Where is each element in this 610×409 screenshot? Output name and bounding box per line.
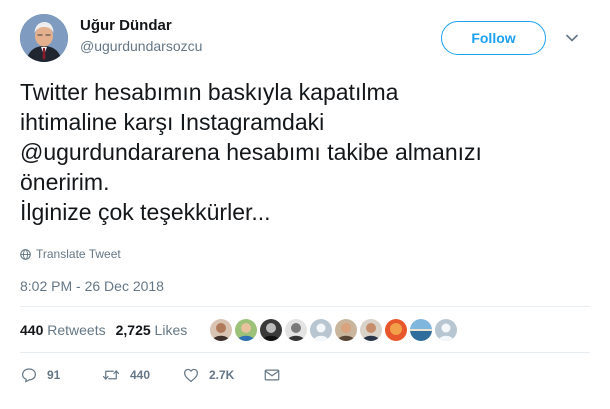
- likers-avatars: [209, 318, 458, 342]
- tweet-text: Twitter hesabımın baskıyla kapatılma iht…: [20, 77, 600, 227]
- author-handle[interactable]: @ugurdundarsozcu: [80, 38, 202, 54]
- direct-message-button[interactable]: [263, 366, 281, 384]
- reply-count: 91: [47, 368, 61, 382]
- retweets-count: 440: [20, 322, 44, 338]
- retweet-icon: [102, 370, 120, 380]
- liker-avatar[interactable]: [234, 318, 258, 342]
- liker-avatar[interactable]: [209, 318, 233, 342]
- author-name[interactable]: Uğur Dündar: [80, 17, 172, 34]
- liker-avatar[interactable]: [384, 318, 408, 342]
- reply-icon: [22, 368, 36, 383]
- caret-down-icon[interactable]: [565, 33, 579, 43]
- divider: [20, 306, 590, 307]
- translate-tweet-link[interactable]: Translate Tweet: [20, 247, 121, 261]
- liker-avatar[interactable]: [284, 318, 308, 342]
- liker-avatar[interactable]: [334, 318, 358, 342]
- author-avatar[interactable]: [20, 14, 68, 62]
- tweet-text-line: Twitter hesabımın baskıyla kapatılma: [20, 79, 399, 105]
- reply-button[interactable]: 91: [20, 366, 101, 384]
- tweet-stats: 440 Retweets 2,725 Likes: [20, 322, 187, 338]
- follow-button[interactable]: Follow: [441, 21, 546, 55]
- tweet-text-line: ihtimaline karşı Instagramdaki: [20, 109, 325, 135]
- author-avatar-image: [20, 14, 68, 62]
- globe-icon: [20, 248, 31, 260]
- divider: [20, 352, 590, 353]
- translate-tweet-label: Translate Tweet: [36, 247, 121, 261]
- mail-icon: [264, 369, 280, 381]
- liker-avatar[interactable]: [259, 318, 283, 342]
- liker-avatar[interactable]: [434, 318, 458, 342]
- like-count: 2.7K: [209, 368, 235, 382]
- tweet-text-line: İlginize çok teşekkürler...: [20, 199, 271, 225]
- tweet-actions: 91 440 2.7K: [20, 366, 281, 384]
- heart-icon: [184, 368, 198, 382]
- likes-stat[interactable]: 2,725 Likes: [116, 322, 188, 338]
- likes-count: 2,725: [115, 322, 151, 338]
- liker-avatar[interactable]: [409, 318, 433, 342]
- retweet-button[interactable]: 440: [101, 366, 182, 384]
- like-button[interactable]: 2.7K: [182, 366, 263, 384]
- tweet-text-line: @ugurdundararena hesabımı takibe almanız…: [20, 139, 482, 165]
- liker-avatar[interactable]: [309, 318, 333, 342]
- retweets-stat[interactable]: 440 Retweets: [20, 322, 106, 338]
- tweet-timestamp[interactable]: 8:02 PM - 26 Dec 2018: [20, 278, 164, 294]
- liker-avatar[interactable]: [359, 318, 383, 342]
- retweet-count: 440: [130, 368, 151, 382]
- likes-label: Likes: [154, 322, 188, 338]
- retweets-label: Retweets: [47, 322, 106, 338]
- tweet-text-line: öneririm.: [20, 169, 110, 195]
